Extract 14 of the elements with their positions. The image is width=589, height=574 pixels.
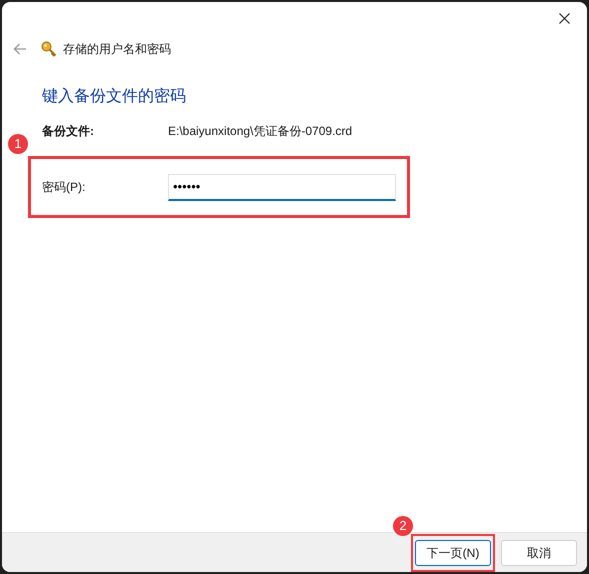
close-icon <box>558 12 570 24</box>
page-heading: 键入备份文件的密码 <box>42 86 187 107</box>
key-icon <box>41 40 57 58</box>
back-arrow-icon <box>13 43 27 55</box>
step-badge: 2 <box>393 516 413 536</box>
next-button[interactable]: 下一页(N) <box>415 540 491 566</box>
step-badge: 1 <box>8 134 28 154</box>
password-field[interactable]: •••••• <box>168 174 396 200</box>
password-label: 密码(P): <box>42 179 86 196</box>
backup-file-label: 备份文件: <box>42 123 95 140</box>
cancel-button[interactable]: 取消 <box>501 540 577 566</box>
backup-file-path: E:\baiyunxitong\凭证备份-0709.crd <box>168 123 352 140</box>
window-title: 存储的用户名和密码 <box>63 41 171 58</box>
back-button[interactable] <box>12 41 28 57</box>
